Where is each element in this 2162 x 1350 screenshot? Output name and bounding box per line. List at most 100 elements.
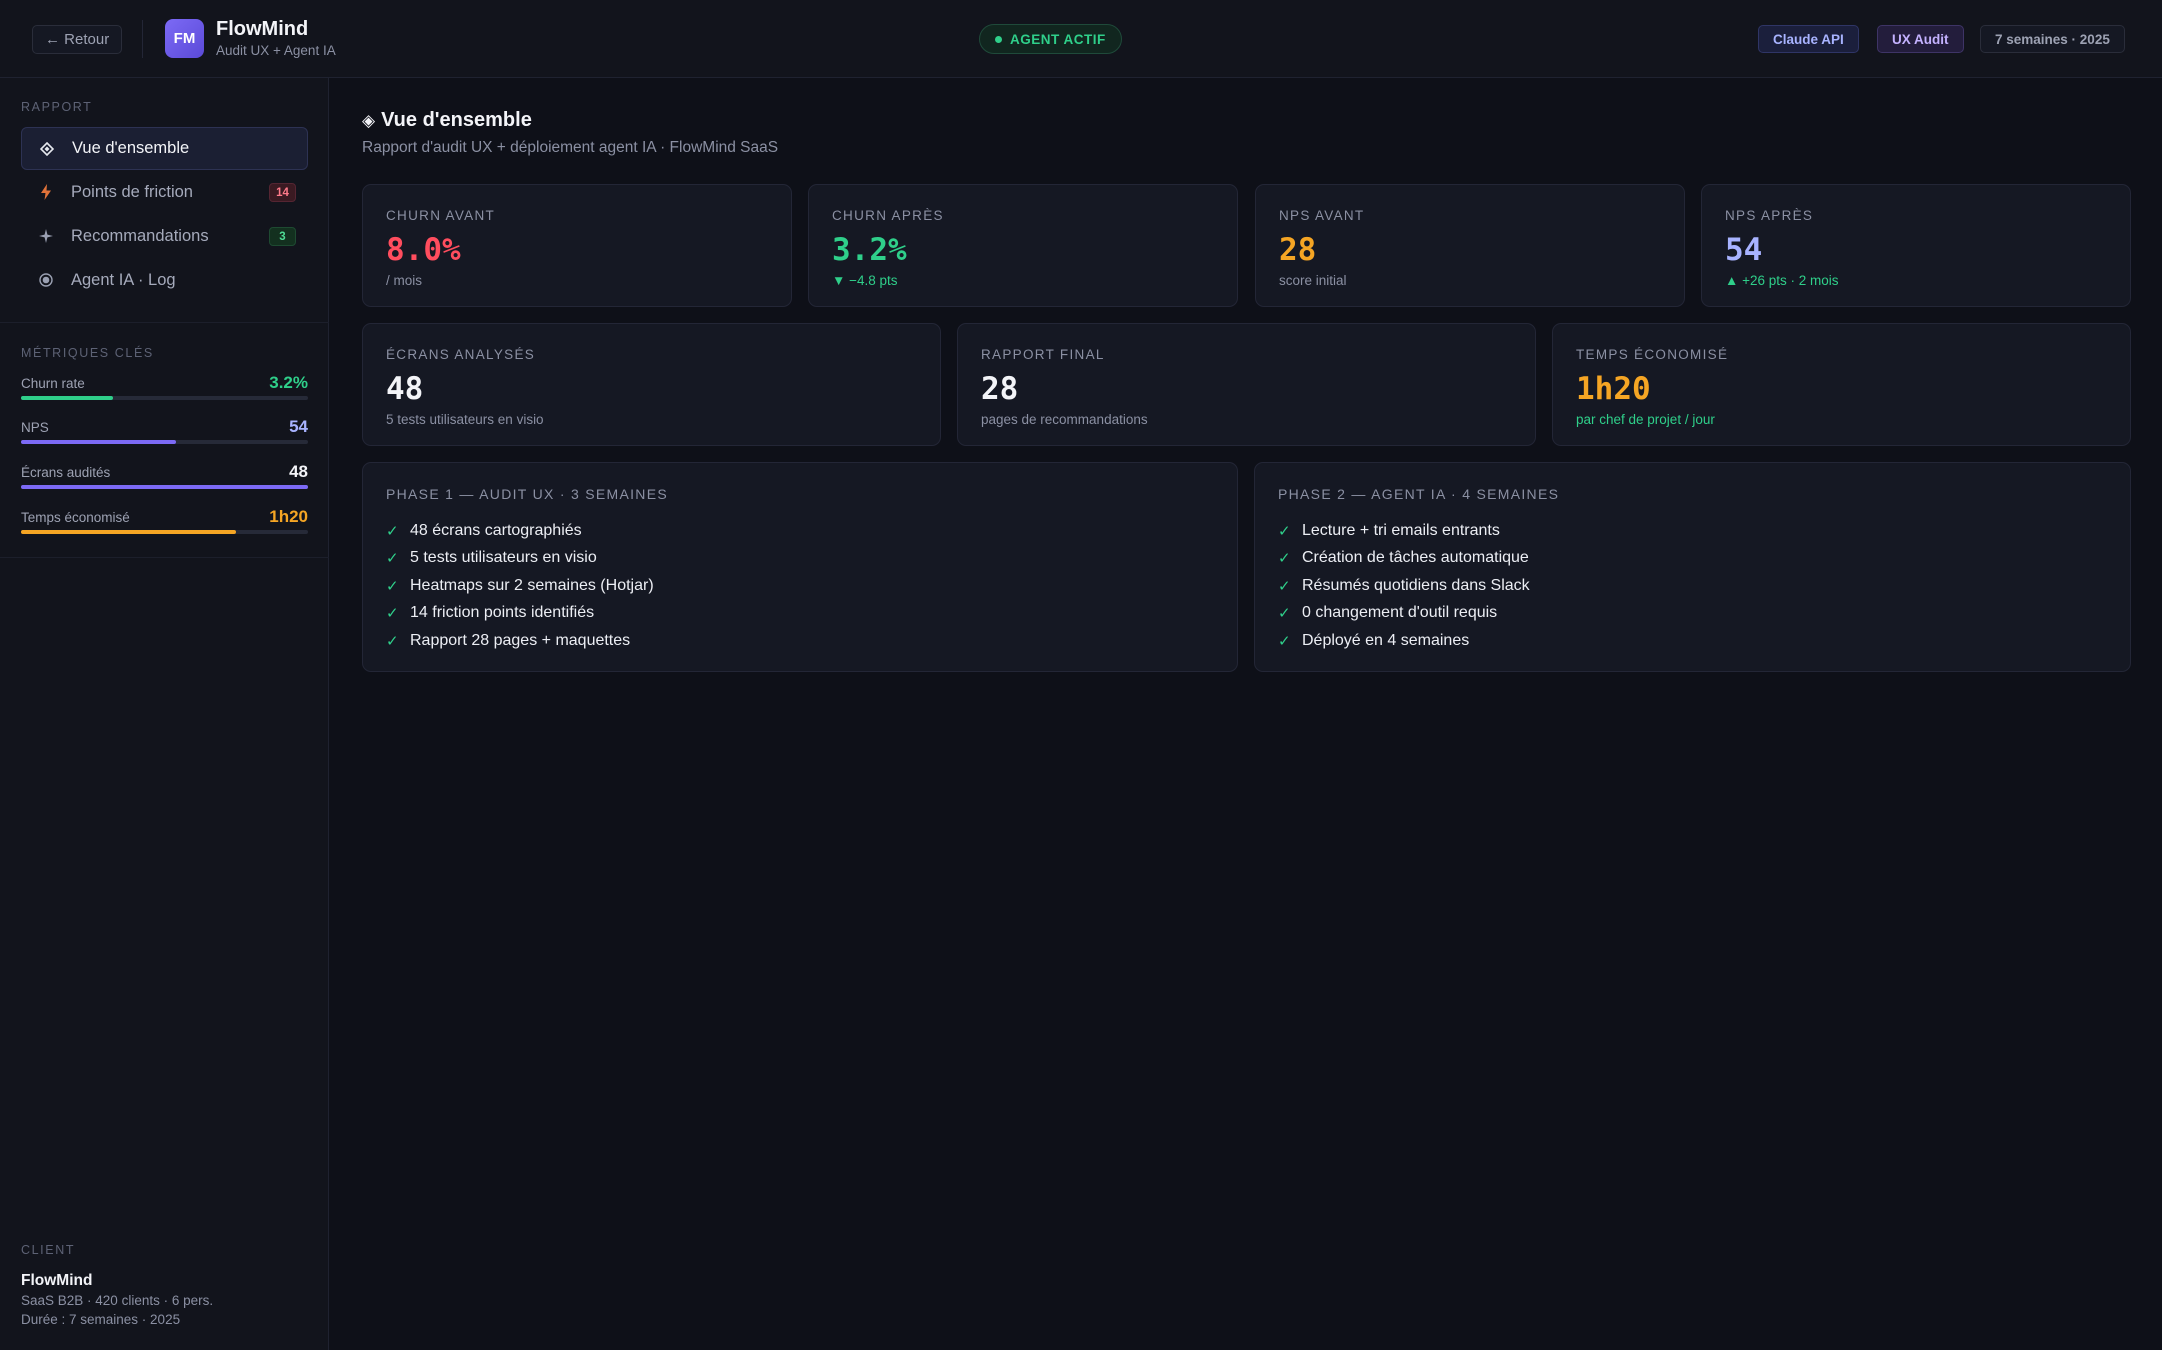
- stat-card-screens: ÉCRANS ANALYSÉS 48 5 tests utilisateurs …: [362, 323, 941, 446]
- phase-checklist: ✓ 48 écrans cartographiés ✓ 5 tests utilis…: [386, 517, 654, 655]
- kpi-note: ▼ −4.8 pts: [832, 273, 898, 288]
- list-item-text: 14 friction points identifiés: [410, 604, 595, 622]
- list-item: ✓ 5 tests utilisateurs en visio: [386, 545, 654, 573]
- metric-value: 48: [289, 462, 308, 481]
- sidebar-item-label: Recommandations: [71, 227, 209, 245]
- stat-card-time-saved: TEMPS ÉCONOMISÉ 1h20 par chef de projet …: [1552, 323, 2131, 446]
- key-metrics-label: MÉTRIQUES CLÉS: [21, 346, 154, 360]
- kpi-note: score initial: [1279, 273, 1347, 288]
- page-title-text: Vue d'ensemble: [381, 109, 532, 131]
- sidebar-item-overview[interactable]: Vue d'ensemble: [21, 127, 308, 170]
- claude-api-tag: Claude API: [1758, 25, 1859, 53]
- list-item: ✓ 48 écrans cartographiés: [386, 517, 654, 545]
- kpi-label: NPS AVANT: [1279, 208, 1365, 223]
- friction-count-badge: 14: [269, 183, 296, 202]
- check-icon: ✓: [1278, 522, 1291, 540]
- check-icon: ✓: [1278, 632, 1291, 650]
- kpi-label: CHURN APRÈS: [832, 208, 944, 223]
- stat-value: 48: [386, 371, 424, 407]
- list-item-text: Déployé en 4 semaines: [1302, 631, 1470, 649]
- kpi-value: 3.2%: [832, 232, 907, 268]
- agent-status-badge: AGENT ACTIF: [979, 24, 1122, 54]
- list-item-text: Heatmaps sur 2 semaines (Hotjar): [410, 576, 654, 594]
- sparkle-icon: [37, 227, 55, 245]
- list-item: ✓ Rapport 28 pages + maquettes: [386, 627, 654, 655]
- metric-label: Temps économisé: [21, 510, 130, 525]
- metric-label: Churn rate: [21, 376, 85, 391]
- metric-progress-fill: [21, 530, 237, 534]
- radio-dot-icon: [37, 271, 55, 289]
- brand-logo: FM: [165, 19, 204, 58]
- diamond-icon: [38, 140, 56, 158]
- sidebar-divider: [0, 322, 329, 323]
- sidebar-item-label: Vue d'ensemble: [72, 139, 190, 157]
- stat-label: TEMPS ÉCONOMISÉ: [1576, 347, 1729, 362]
- sidebar-item-label: Points de friction: [71, 183, 193, 201]
- metric-progress-track: [21, 485, 308, 489]
- check-icon: ✓: [1278, 577, 1291, 595]
- sidebar-item-friction[interactable]: Points de friction 14: [21, 171, 308, 214]
- list-item: ✓ Résumés quotidiens dans Slack: [1278, 572, 1530, 600]
- agent-status-label: AGENT ACTIF: [1010, 31, 1106, 47]
- sidebar-item-recommendations[interactable]: Recommandations 3: [21, 215, 308, 258]
- stat-note: pages de recommandations: [981, 412, 1148, 427]
- metric-value: 1h20: [269, 507, 308, 526]
- metric-progress-fill: [21, 396, 113, 400]
- metric-label: Écrans audités: [21, 465, 111, 480]
- client-duration: Durée : 7 semaines · 2025: [21, 1312, 181, 1327]
- client-section-label: CLIENT: [21, 1243, 76, 1257]
- back-button[interactable]: ← Retour: [32, 25, 123, 54]
- page-subtitle: Rapport d'audit UX + déploiement agent I…: [362, 139, 779, 156]
- sidebar: RAPPORT Vue d'ensemble Points de frictio…: [0, 78, 329, 1350]
- stat-value: 28: [981, 371, 1019, 407]
- diamond-icon: ◈: [362, 110, 376, 130]
- list-item-text: 0 changement d'outil requis: [1302, 604, 1498, 622]
- metric-label: NPS: [21, 420, 49, 435]
- metric-progress-track: [21, 530, 308, 534]
- brand-subtitle: Audit UX + Agent IA: [216, 43, 336, 58]
- metric-value: 3.2%: [269, 373, 308, 392]
- sidebar-item-agent-log[interactable]: Agent IA · Log: [21, 259, 308, 302]
- kpi-card-nps-before: NPS AVANT 28 score initial: [1255, 184, 1685, 307]
- recommendations-count-badge: 3: [269, 227, 296, 246]
- stat-label: RAPPORT FINAL: [981, 347, 1105, 362]
- kpi-value: 28: [1279, 232, 1317, 268]
- metric-value: 54: [289, 417, 308, 436]
- check-icon: ✓: [386, 605, 399, 623]
- list-item: ✓ Heatmaps sur 2 semaines (Hotjar): [386, 572, 654, 600]
- report-section-label: RAPPORT: [21, 100, 93, 114]
- kpi-label: CHURN AVANT: [386, 208, 496, 223]
- kpi-note: / mois: [386, 273, 423, 288]
- metric-progress-fill: [21, 440, 176, 444]
- list-item: ✓ Création de tâches automatique: [1278, 545, 1530, 573]
- check-icon: ✓: [386, 632, 399, 650]
- list-item-text: Création de tâches automatique: [1302, 549, 1529, 567]
- kpi-card-churn-before: CHURN AVANT 8.0% / mois: [362, 184, 792, 307]
- list-item: ✓ Lecture + tri emails entrants: [1278, 517, 1530, 545]
- list-item-text: 5 tests utilisateurs en visio: [410, 549, 597, 567]
- sidebar-item-label: Agent IA · Log: [71, 271, 176, 289]
- list-item-text: Lecture + tri emails entrants: [1302, 521, 1500, 539]
- list-item-text: Rapport 28 pages + maquettes: [410, 631, 631, 649]
- phase-card-ux-audit: PHASE 1 — AUDIT UX · 3 SEMAINES ✓ 48 écra…: [362, 462, 1238, 672]
- page-title: ◈ Vue d'ensemble: [362, 109, 532, 132]
- phase-title: PHASE 1 — AUDIT UX · 3 SEMAINES: [386, 486, 668, 502]
- kpi-value: 8.0%: [386, 232, 461, 268]
- top-header: ← Retour FM FlowMind Audit UX + Agent IA…: [0, 0, 2162, 78]
- list-item: ✓ 14 friction points identifiés: [386, 600, 654, 628]
- kpi-note: ▲ +26 pts · 2 mois: [1725, 273, 1839, 288]
- client-name: FlowMind: [21, 1272, 93, 1289]
- duration-tag: 7 semaines · 2025: [1980, 25, 2125, 53]
- list-item-text: Résumés quotidiens dans Slack: [1302, 576, 1530, 594]
- lightning-icon: [37, 183, 55, 201]
- kpi-card-nps-after: NPS APRÈS 54 ▲ +26 pts · 2 mois: [1701, 184, 2131, 307]
- sidebar-divider: [0, 557, 329, 558]
- stat-label: ÉCRANS ANALYSÉS: [386, 347, 536, 362]
- check-icon: ✓: [386, 550, 399, 568]
- kpi-card-churn-after: CHURN APRÈS 3.2% ▼ −4.8 pts: [808, 184, 1238, 307]
- stat-note: 5 tests utilisateurs en visio: [386, 412, 544, 427]
- list-item-text: 48 écrans cartographiés: [410, 521, 582, 539]
- stat-note: par chef de projet / jour: [1576, 412, 1715, 427]
- check-icon: ✓: [1278, 550, 1291, 568]
- phase-card-ai-agent: PHASE 2 — AGENT IA · 4 SEMAINES ✓ Lecture…: [1254, 462, 2131, 672]
